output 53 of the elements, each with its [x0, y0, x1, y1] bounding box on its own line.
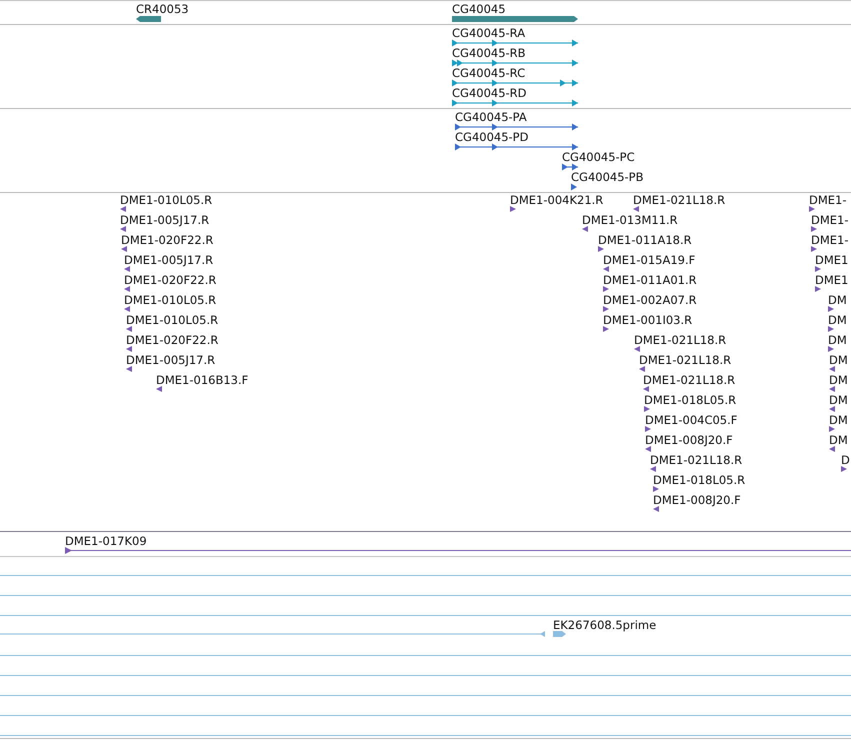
feature-label: CG40045-RD [452, 86, 527, 100]
feature-label: CR40053 [136, 2, 189, 16]
feature-label: DM [828, 293, 847, 307]
feature-label: DME1-010L05.R [120, 193, 212, 207]
feature-label: DME1-020F22.R [121, 233, 214, 247]
feature-label: DM [829, 353, 848, 367]
feature-label: DME1- [811, 213, 849, 227]
feature-label: CG40045-PD [455, 130, 528, 144]
feature-label: DME1- [809, 193, 847, 207]
feature-label: DME1-010L05.R [126, 313, 218, 327]
feature-label: DM [828, 313, 847, 327]
feature-label: DME1-021L18.R [650, 453, 742, 467]
feature-label: DME1-005J17.R [126, 353, 216, 367]
feature-label: DME1-020F22.R [126, 333, 218, 347]
feature-label: EK267608.5prime [553, 618, 656, 632]
feature-label: DM [829, 433, 848, 447]
feature-label: DME1-020F22.R [124, 273, 216, 287]
feature-label: DME1-015A19.F [603, 253, 696, 267]
feature-label: DME1 [815, 273, 848, 287]
feature-label: DME1-018L05.R [653, 473, 746, 487]
feature-label: DME1-011A18.R [598, 233, 692, 247]
feature-label: DM [828, 333, 847, 347]
feature-label: CG40045-PC [562, 150, 635, 164]
feature-label: CG40045 [452, 2, 506, 16]
feature-label: DME1-021L18.R [633, 193, 726, 207]
feature-label: DME1-017K09 [65, 534, 147, 548]
feature-label: DME1-018L05.R [644, 393, 736, 407]
feature-label: DME1-008J20.F [645, 433, 733, 447]
feature-label: DME1-021L18.R [643, 373, 736, 387]
feature-label: DME1-016B13.F [156, 373, 248, 387]
feature-label: DME1-021L18.R [639, 353, 732, 367]
feature-label: D [841, 453, 850, 467]
feature-label: DME1-001I03.R [603, 313, 692, 327]
feature-label: DME1-021L18.R [634, 333, 726, 347]
feature-label: DME1-002A07.R [603, 293, 697, 307]
feature-label: DME1- [811, 233, 849, 247]
feature-label: DM [829, 413, 848, 427]
feature-label: DM [829, 393, 848, 407]
feature-label: DM [829, 373, 848, 387]
feature-label: DME1-005J17.R [124, 253, 214, 267]
feature-label: DME1-013M11.R [582, 213, 678, 227]
feature-label: CG40045-PB [571, 170, 644, 184]
feature-label: CG40045-RC [452, 66, 526, 80]
feature-label: CG40045-PA [455, 110, 527, 124]
feature-label: DME1 [815, 253, 848, 267]
feature-label: DME1-011A01.R [603, 273, 697, 287]
feature-label: DME1-010L05.R [124, 293, 216, 307]
feature-label: DME1-005J17.R [120, 213, 210, 227]
feature-label: DME1-008J20.F [653, 493, 741, 507]
feature-label: CG40045-RB [452, 46, 526, 60]
feature-label: DME1-004K21.R [510, 193, 604, 207]
feature-label: CG40045-RA [452, 26, 526, 40]
feature-label: DME1-004C05.F [645, 413, 738, 427]
